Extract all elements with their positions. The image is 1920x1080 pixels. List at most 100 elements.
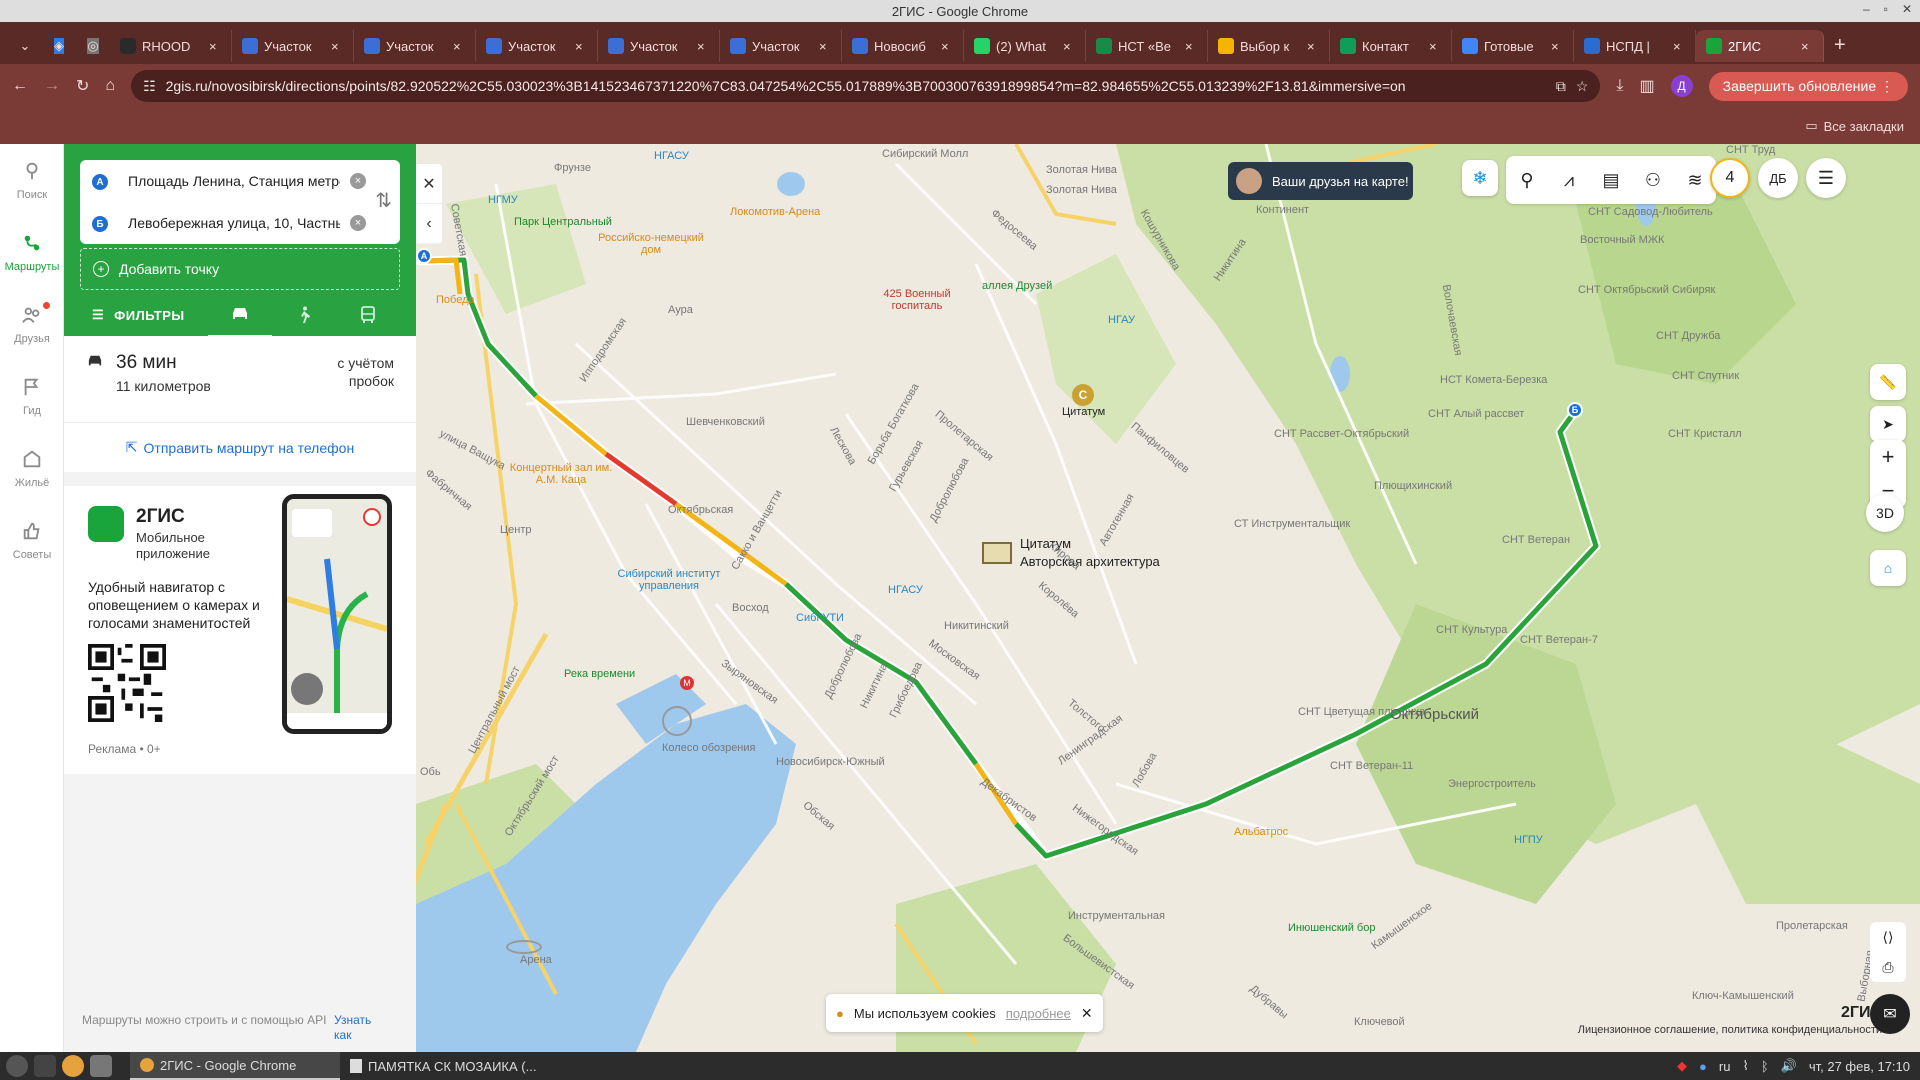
label-aura[interactable]: Аура [668,304,693,316]
label-citatum-poi[interactable]: Цитатум [1062,406,1105,418]
route-point-a[interactable]: А Площадь Ленина, Станция метро Площадь … [80,160,400,202]
install-app-icon[interactable]: ⧉ [1556,78,1566,95]
label-alley[interactable]: аллея Друзей [982,280,1052,292]
route-end-marker[interactable]: Б [1567,402,1583,418]
mode-transit[interactable] [336,292,400,338]
pinned-tab-2[interactable]: ◎ [76,30,110,62]
label-siberian-mall[interactable]: Сибирский Молл [882,148,968,160]
label-arena[interactable]: Арена [520,954,552,966]
tab-1[interactable]: Участок × [232,30,354,62]
tab-3[interactable]: Участок × [476,30,598,62]
map-guide-button[interactable]: ⌂ [1870,550,1906,586]
clock[interactable]: чт, 27 фев, 17:10 [1809,1059,1910,1074]
rail-item-3[interactable]: Гид [0,360,64,432]
rail-item-4[interactable]: Жильё [0,432,64,504]
tab-close-icon[interactable]: × [1185,39,1197,54]
finish-update-button[interactable]: Завершить обновление ⋮ [1708,71,1908,101]
label-ngmu[interactable]: НГМУ [488,194,518,206]
tab-4[interactable]: Участок × [598,30,720,62]
tab-9[interactable]: Выбор к × [1208,30,1330,62]
label-zolotaya-niva[interactable]: Золотая Нива [1046,164,1117,176]
label-continent[interactable]: Континент [1256,204,1309,216]
ruler-button[interactable]: 📏 [1870,364,1906,400]
new-tab-button[interactable]: + [1834,34,1846,57]
tab-2[interactable]: Участок × [354,30,476,62]
zoom-in-button[interactable]: + [1870,440,1906,474]
close-window-icon[interactable]: ✕ [1902,2,1912,16]
notifications-badge[interactable]: 4 [1710,158,1750,198]
tab-11[interactable]: Готовые × [1452,30,1574,62]
label-nsk-south[interactable]: Новосибирск-Южный [776,756,885,768]
close-icon[interactable]: ✕ [1081,1005,1093,1022]
label-river-time[interactable]: Река времени [564,668,635,680]
transport-icon[interactable]: ▤ [1590,156,1632,204]
tab-close-icon[interactable]: × [819,39,831,54]
tab-7[interactable]: (2) What × [964,30,1086,62]
app-advert[interactable]: 2ГИС Мобильное приложение Удобный навига… [64,486,416,774]
label-rus-ger[interactable]: Российско-немецкий дом [596,232,706,256]
files-launcher-icon[interactable] [90,1055,112,1077]
tab-close-icon[interactable]: × [941,39,953,54]
url-text[interactable]: 2gis.ru/novosibirsk/directions/points/82… [166,78,1546,94]
tab-close-icon[interactable]: × [453,39,465,54]
label-ngpu[interactable]: НГПУ [1514,834,1543,846]
network-icon[interactable]: ⌇ [1742,1058,1748,1074]
tab-close-icon[interactable]: × [1429,39,1441,54]
tab-8[interactable]: НСТ «Ве × [1086,30,1208,62]
back-icon[interactable]: ← [12,77,28,95]
label-instrumental[interactable]: Инструментальная [1068,910,1165,922]
point-b-text[interactable]: Левобережная улица, 10, Частный дом [128,215,340,231]
rail-item-1[interactable]: Маршруты [0,216,64,288]
stadium-icon[interactable] [506,940,542,954]
tab-close-icon[interactable]: × [331,39,343,54]
label-park[interactable]: Парк Центральный [514,216,612,228]
route-result-card[interactable]: 36 мин 11 километров с учётом пробок [64,336,416,422]
task-document[interactable]: ПАМЯТКА СК МОЗАИКА (... [340,1052,550,1080]
all-bookmarks[interactable]: ▭ Все закладки [1805,118,1904,134]
tab-list-button[interactable]: ⌄ [8,30,42,62]
hints-icon[interactable]: ⚲ [1506,156,1548,204]
bookmark-star-icon[interactable]: ☆ [1576,78,1589,95]
apps-grid-icon[interactable] [34,1055,56,1077]
tab-close-icon[interactable]: × [1673,39,1685,54]
label-inyushensky[interactable]: Инюшенский бор [1288,922,1375,934]
label-hospital[interactable]: 425 Военный госпиталь [872,288,962,312]
anydesk-icon[interactable]: ◆ [1677,1058,1687,1074]
label-ngasu2[interactable]: НГАСУ [888,584,923,596]
label-lokomotiv[interactable]: Локомотив-Арена [730,206,820,218]
reload-icon[interactable]: ↻ [76,76,89,96]
weather-button[interactable]: ❄ [1462,160,1498,196]
profile-avatar[interactable]: Д [1670,75,1693,97]
label-pobeda[interactable]: Победа [436,294,475,306]
user-avatar[interactable]: ДБ [1758,158,1798,198]
start-menu-icon[interactable] [6,1055,28,1077]
keyboard-layout[interactable]: ru [1719,1059,1731,1074]
tab-close-icon[interactable]: × [209,39,221,54]
tab-6[interactable]: Новосиб × [842,30,964,62]
clear-icon[interactable]: × [350,173,366,189]
forward-icon[interactable]: → [44,77,60,95]
rail-item-5[interactable]: Советы [0,504,64,576]
tab-close-icon[interactable]: × [1801,39,1813,54]
task-chrome[interactable]: 2ГИС - Google Chrome [130,1052,340,1080]
learn-more-link[interactable]: Узнать как [334,1013,384,1043]
side-panel-icon[interactable]: ▥ [1640,76,1655,96]
tab-close-icon[interactable]: × [1551,39,1563,54]
tab-close-icon[interactable]: × [575,39,587,54]
download-icon[interactable]: ⤓ [1616,77,1623,95]
tab-close-icon[interactable]: × [1063,39,1075,54]
map-view[interactable]: А Б Сибирский Молл Золотая Нива Золотая … [416,144,1920,1052]
label-concert[interactable]: Концертный зал им. А.М. Каца [506,462,616,486]
label-ngau[interactable]: НГАУ [1108,314,1135,326]
label-sibiu[interactable]: Сибирский институт управления [614,568,724,592]
chrome-launcher-icon[interactable] [62,1055,84,1077]
tab-13[interactable]: 2ГИС × [1696,30,1824,62]
tab-12[interactable]: НСПД | × [1574,30,1696,62]
tab-close-icon[interactable]: × [1307,39,1319,54]
send-route-to-phone[interactable]: ⇱ Отправить маршрут на телефон [64,422,416,472]
my-location-button[interactable]: ➤ [1870,406,1906,442]
mode-walk[interactable] [272,292,336,338]
metro-icon[interactable]: М [680,676,694,690]
citatum-marker[interactable]: C [1072,384,1094,406]
minimize-icon[interactable]: – [1863,2,1870,16]
